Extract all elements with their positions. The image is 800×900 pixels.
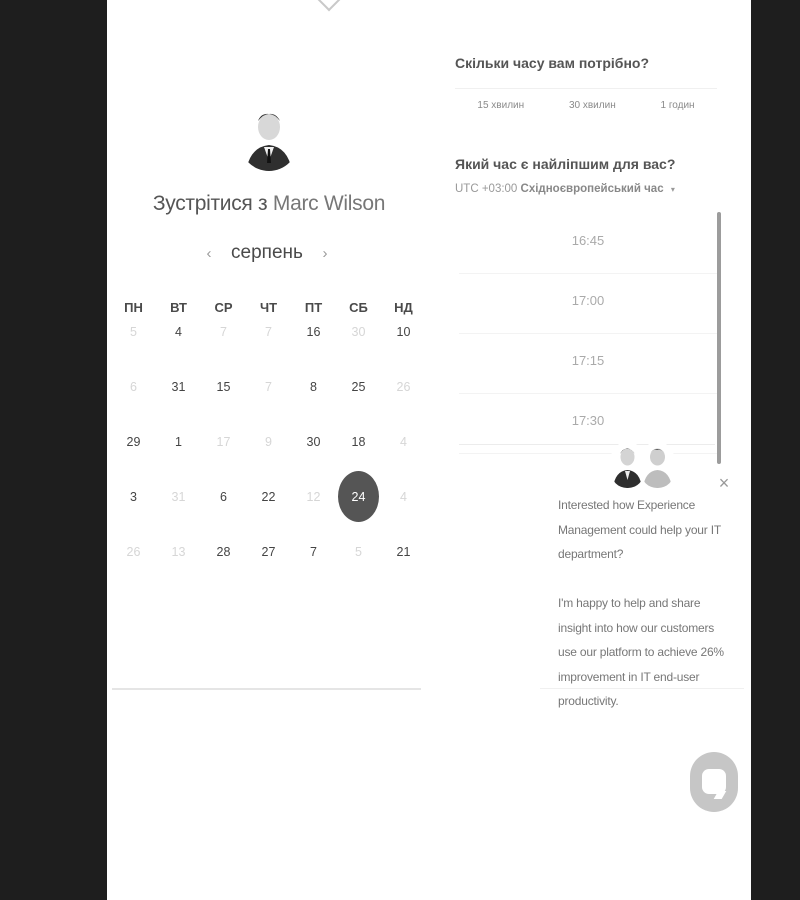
calendar-week: 29 1 17 9 30 18 4 (111, 432, 426, 452)
calendar-day[interactable]: 6 (201, 487, 246, 507)
calendar-day-disabled: 26 (396, 380, 411, 394)
caret-down-icon: ▾ (670, 185, 675, 194)
calendar-day[interactable]: 28 (201, 542, 246, 562)
calendar-day-disabled: 4 (400, 435, 407, 449)
calendar-day[interactable]: 15 (201, 377, 246, 397)
time-slot-list: 16:45 17:00 17:15 17:30 (459, 214, 717, 454)
calendar-day-disabled: 12 (306, 490, 321, 504)
calendar-day-disabled: 6 (130, 380, 137, 394)
calendar-day[interactable]: 31 (156, 377, 201, 397)
calendar-day[interactable]: 25 (336, 377, 381, 397)
duration-question: Скільки часу вам потрібно? (455, 55, 650, 71)
calendar-week: 6 31 15 7 8 25 26 (111, 377, 426, 397)
time-slot-scrollbar[interactable] (717, 212, 721, 464)
calendar-day-disabled: 13 (171, 545, 186, 559)
chat-message-line-1: Interested how Experience Management cou… (558, 498, 721, 561)
chat-bubble-icon (702, 769, 726, 794)
chat-launcher-button[interactable] (690, 752, 738, 812)
month-navigation: ‹ серпень › (202, 239, 332, 267)
calendar-day[interactable]: 18 (336, 432, 381, 452)
timezone-selector[interactable]: UTC +03:00 Східноєвропейський час ▾ (455, 183, 675, 195)
calendar-day[interactable]: 29 (111, 432, 156, 452)
calendar-divider (112, 688, 421, 690)
calendar-day[interactable]: 27 (246, 542, 291, 562)
weekday-label: НД (394, 300, 413, 315)
host-avatar (240, 103, 298, 171)
time-slot[interactable]: 17:00 (459, 274, 717, 334)
selected-day-label: 24 (351, 490, 366, 504)
calendar-day[interactable]: 4 (156, 322, 201, 342)
calendar-day[interactable]: 1 (156, 432, 201, 452)
duration-option-30[interactable]: 30 хвилин (569, 100, 616, 111)
time-slot[interactable]: 16:45 (459, 214, 717, 274)
timezone-name: Східноєвропейський час (520, 183, 664, 195)
calendar-day[interactable]: 21 (381, 542, 426, 562)
calendar-day[interactable]: 30 (291, 432, 336, 452)
month-label: серпень (231, 242, 303, 263)
time-slot[interactable]: 17:15 (459, 334, 717, 394)
chat-bubble-divider (540, 688, 744, 689)
page-title: Зустрітися з Marc Wilson (107, 192, 431, 216)
calendar-day-disabled: 7 (265, 380, 272, 394)
back-arrow-icon[interactable] (317, 0, 341, 12)
chat-close-icon[interactable]: × (715, 474, 733, 492)
duration-options: 15 хвилин 30 хвилин 1 годин (455, 88, 717, 121)
weekday-label: СР (214, 300, 233, 315)
calendar-day-disabled: 4 (400, 490, 407, 504)
calendar-day-disabled: 26 (126, 545, 141, 559)
weekday-label: ВТ (170, 300, 187, 315)
duration-option-60[interactable]: 1 годин (661, 100, 695, 111)
calendar-day-disabled: 5 (355, 545, 362, 559)
time-question: Який час є найліпшим для вас? (455, 156, 676, 172)
calendar-day-selected[interactable]: 24 (336, 471, 381, 522)
calendar-day-disabled: 5 (130, 325, 137, 339)
calendar-day[interactable]: 7 (291, 542, 336, 562)
calendar-day[interactable]: 3 (111, 487, 156, 507)
calendar-day[interactable]: 8 (291, 377, 336, 397)
calendar-day-disabled: 30 (351, 325, 366, 339)
calendar-week: 5 4 7 7 16 30 10 (111, 322, 426, 342)
calendar-week: 3 31 6 22 12 24 4 (111, 471, 426, 522)
calendar-day-disabled: 31 (171, 490, 186, 504)
duration-option-15[interactable]: 15 хвилин (477, 100, 524, 111)
weekday-label: ПТ (304, 300, 323, 315)
calendar-day[interactable]: 10 (381, 322, 426, 342)
host-name: Marc Wilson (272, 192, 386, 215)
next-month-icon[interactable]: › (318, 245, 332, 262)
calendar-day[interactable]: 22 (246, 487, 291, 507)
chat-message: Interested how Experience Management cou… (558, 493, 730, 714)
timezone-offset: UTC +03:00 (455, 183, 518, 195)
calendar-day-disabled: 7 (220, 325, 227, 339)
weekday-label: ЧТ (259, 300, 278, 315)
agent-avatar-icon (641, 442, 674, 488)
weekday-header: ПН ВТ СР ЧТ ПТ СБ НД (111, 300, 426, 315)
calendar-day[interactable]: 16 (291, 322, 336, 342)
time-slot[interactable]: 17:30 (459, 394, 717, 454)
chat-message-line-2: I'm happy to help and share insight into… (558, 596, 724, 708)
title-prefix: Зустрітися з (152, 192, 268, 215)
agent-avatar-icon (611, 442, 644, 488)
weekday-label: ПН (124, 300, 143, 315)
prev-month-icon[interactable]: ‹ (202, 245, 216, 262)
calendar-day-disabled: 17 (216, 435, 231, 449)
calendar-day-disabled: 9 (265, 435, 272, 449)
calendar-week: 26 13 28 27 7 5 21 (111, 542, 426, 562)
calendar-day-disabled: 7 (265, 325, 272, 339)
weekday-label: СБ (349, 300, 368, 315)
chat-agent-avatars (611, 442, 677, 490)
host-avatar-icon (240, 103, 298, 171)
